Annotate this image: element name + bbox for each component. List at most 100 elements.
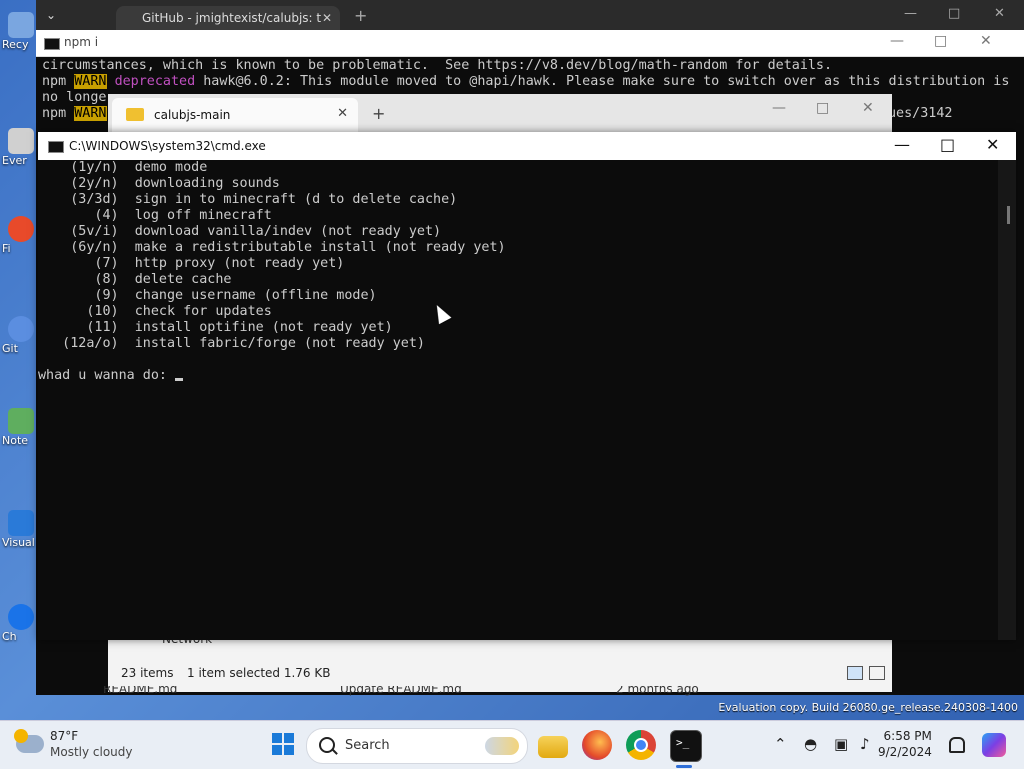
menu-option: (4) log off minecraft [38,208,272,223]
file-name[interactable]: README.md [103,686,177,696]
console-icon [48,141,64,153]
prompt-text: whad u wanna do: [38,368,176,383]
minimize-icon[interactable]: — [894,135,910,154]
close-icon[interactable]: ✕ [322,6,332,30]
search-icon [319,737,335,753]
search-highlight-icon [485,737,519,755]
desktop-icon-label: Note [2,434,29,447]
console-line: no longe [42,90,107,105]
status-bar: 23 items 1 item selected 1.76 KB [108,660,892,684]
maximize-icon[interactable]: □ [934,33,947,49]
console-output[interactable]: (1y/n) demo mode (2y/n) downloading soun… [38,160,998,640]
desktop-icon-label: Recy [2,38,29,51]
menu-option: (7) http proxy (not ready yet) [38,256,345,271]
evaluation-watermark: Evaluation copy. Build 26080.ge_release.… [718,701,1018,714]
selection-info: 1 item selected 1.76 KB [187,666,331,680]
desktop-icon-recycle-bin[interactable]: Recy [2,12,36,51]
desktop-icon-everything[interactable]: Ever [2,128,36,167]
chevron-up-icon[interactable]: ⌃ [774,735,787,753]
title-bar[interactable]: npm i — □ ✕ [36,30,1024,57]
close-icon[interactable]: ✕ [980,33,992,49]
explorer-tab-bar: calubjs-main ✕ + — □ ✕ [108,94,892,132]
maximize-icon[interactable]: □ [816,100,829,116]
desktop-icon-firefox[interactable]: Fi [2,216,36,255]
browser-tab-title: GitHub - jmightexist/calubjs: t [142,11,322,25]
desktop-icon-label: Ch [2,630,17,643]
close-icon[interactable]: ✕ [994,6,1005,21]
weather-condition: Mostly cloudy [50,745,133,759]
clock[interactable]: 6:58 PM 9/2/2024 [878,728,932,760]
terminal-taskbar-icon[interactable] [670,730,702,762]
network-icon[interactable]: ◓ [804,735,817,753]
scrollbar[interactable] [998,160,1016,640]
menu-option: (10) check for updates [38,304,272,319]
close-icon[interactable]: ✕ [337,106,348,121]
item-count: 23 items [121,666,174,680]
search-label: Search [345,738,390,753]
chrome-taskbar-icon[interactable] [626,730,656,760]
cmd-window: C:\WINDOWS\system32\cmd.exe — □ ✕ (1y/n)… [38,132,1016,640]
git-icon [8,316,34,342]
menu-option: (5v/i) download vanilla/indev (not ready… [38,224,442,239]
volume-icon[interactable]: ♪ [860,735,870,753]
firefox-icon [8,216,34,242]
temperature: 87°F [50,729,79,743]
warn-badge: WARN [74,74,107,89]
file-explorer-taskbar-icon[interactable] [538,736,568,758]
window-title: C:\WINDOWS\system32\cmd.exe [69,139,266,153]
time: 6:58 PM [883,729,932,743]
readme-row-partial: README.md Update README.md 2 months ago [36,686,1024,696]
menu-option: (2y/n) downloading sounds [38,176,280,191]
app-icon [8,128,34,154]
browser-tab[interactable]: GitHub - jmightexist/calubjs: t ✕ [116,6,340,30]
desktop-icon-chrome[interactable]: Ch [2,604,36,643]
taskbar: 87°F Mostly cloudy Search ⌃ ◓ ▣ ♪ 6:58 P… [0,720,1024,769]
console-icon [44,38,60,50]
maximize-icon[interactable]: □ [948,6,960,21]
start-button[interactable] [272,733,294,755]
tiles-view-icon[interactable] [869,666,885,680]
explorer-tab-title: calubjs-main [154,108,231,122]
console-line-prefix: npm [42,74,75,89]
menu-option: (12a/o) install fabric/forge (not ready … [38,336,425,351]
minimize-icon[interactable]: — [772,100,786,116]
command-prompt[interactable]: whad u wanna do: [38,368,998,384]
scrollbar-thumb[interactable] [1007,206,1010,224]
vscode-icon [8,510,34,536]
console-line-prefix: npm [42,106,75,121]
maximize-icon[interactable]: □ [940,135,955,154]
desktop-icon-vscode[interactable]: Visual [2,510,36,549]
new-tab-icon[interactable]: + [372,104,385,123]
new-tab-icon[interactable]: + [354,6,367,25]
recycle-bin-icon [8,12,34,38]
tab-search-chevron-icon[interactable]: ⌄ [46,8,56,22]
warn-badge: WARN [74,106,107,121]
menu-option: (3/3d) sign in to minecraft (d to delete… [38,192,458,207]
copilot-icon[interactable] [982,733,1006,757]
explorer-tab[interactable]: calubjs-main ✕ [112,98,358,132]
text-cursor [175,378,184,381]
cloud-sun-icon [14,729,44,753]
minimize-icon[interactable]: — [904,6,917,21]
console-line: circumstances, which is known to be prob… [42,58,833,73]
desktop-icon-git[interactable]: Git [2,316,36,355]
date: 9/2/2024 [878,745,932,759]
console-line: ues/3142 [888,106,953,121]
menu-option: (11) install optifine (not ready yet) [38,320,393,335]
notification-bell-icon[interactable] [949,737,965,753]
desktop-icon-notepad[interactable]: Note [2,408,36,447]
desktop-icon-label: Fi [2,242,11,255]
desktop-icon-label: Ever [2,154,27,167]
console-line: hawk@6.0.2: This module moved to @hapi/h… [195,74,1010,89]
search-box[interactable]: Search [306,728,528,764]
display-icon[interactable]: ▣ [834,735,848,753]
menu-option: (8) delete cache [38,272,232,287]
details-view-icon[interactable] [847,666,863,680]
firefox-taskbar-icon[interactable] [582,730,612,760]
close-icon[interactable]: ✕ [862,100,874,116]
commit-message: Update README.md [340,686,462,696]
close-icon[interactable]: ✕ [986,135,999,154]
minimize-icon[interactable]: — [890,33,904,49]
title-bar[interactable]: C:\WINDOWS\system32\cmd.exe — □ ✕ [38,132,1016,160]
